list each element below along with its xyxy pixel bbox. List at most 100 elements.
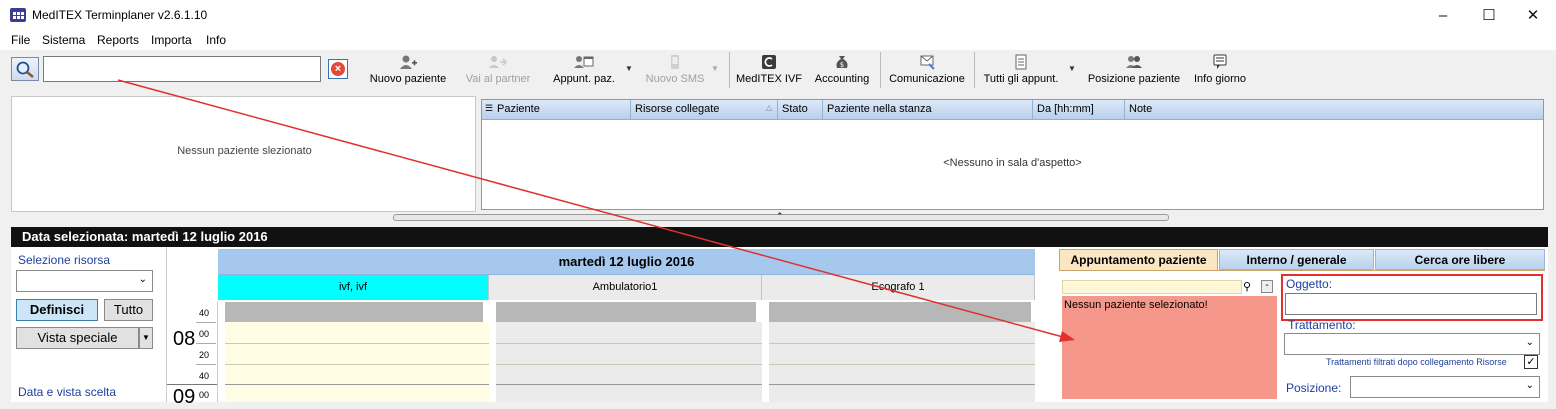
menu-reports[interactable]: Reports	[97, 33, 139, 47]
blocked-slot[interactable]	[496, 302, 756, 322]
trattamento-select[interactable]: ⌄	[1284, 333, 1540, 355]
selected-date-text: Data selezionata: martedì 12 luglio 2016	[22, 229, 268, 244]
col-paziente-stanza[interactable]: Paziente nella stanza	[827, 103, 932, 115]
chevron-down-icon: ⌄	[138, 274, 147, 285]
blocked-slot[interactable]	[225, 302, 483, 322]
column-divider[interactable]	[777, 100, 778, 119]
hour-label: 09	[173, 386, 196, 408]
definisci-button[interactable]: Definisci	[16, 299, 98, 321]
nuovo-sms-dropdown-icon[interactable]: ▼	[711, 64, 719, 73]
vista-speciale-dropdown-icon[interactable]: ▼	[139, 327, 153, 349]
maximize-icon[interactable]: ☐	[1466, 0, 1512, 30]
menu-info[interactable]: Info	[206, 33, 226, 47]
posizione-paziente-button[interactable]: Posizione paziente	[1085, 52, 1183, 90]
col-da[interactable]: Da [hh:mm]	[1037, 103, 1094, 115]
menu-bar	[0, 30, 1556, 50]
column-gap	[762, 302, 769, 402]
selected-patient-box: Nessun paziente selezionato!	[1062, 296, 1277, 399]
hour-tick	[167, 384, 217, 385]
nuovo-sms-button[interactable]: Nuovo SMS	[642, 52, 708, 90]
nuovo-sms-label: Nuovo SMS	[645, 73, 705, 85]
slot-line	[225, 343, 1035, 344]
sms-icon	[671, 55, 679, 69]
no-patient-text: Nessun paziente slezionato	[177, 145, 312, 157]
calendar-scrollbar[interactable]	[1035, 247, 1055, 402]
time-label: 40	[199, 371, 210, 381]
comunicazione-button[interactable]: Comunicazione	[886, 52, 968, 90]
calendar-column-ivf[interactable]	[225, 322, 489, 402]
calendar-column-ecografo[interactable]	[769, 322, 1035, 402]
search-icon[interactable]: ⚲	[1243, 280, 1251, 293]
time-tick	[196, 343, 216, 344]
slot-line	[225, 384, 1035, 385]
tutto-button[interactable]: Tutto	[104, 299, 153, 321]
posizione-label: Posizione:	[1286, 381, 1342, 395]
column-chooser-icon[interactable]: ☰	[485, 103, 493, 114]
patient-filter-input[interactable]	[1062, 280, 1242, 294]
accounting-button[interactable]: $ Accounting	[810, 52, 874, 90]
resource-header-ivf[interactable]: ivf, ivf	[218, 275, 489, 300]
partner-icon	[489, 56, 508, 68]
meditex-ivf-button[interactable]: MedITEX IVF	[734, 52, 804, 90]
resource-select[interactable]: ⌄	[16, 270, 153, 292]
col-note[interactable]: Note	[1129, 103, 1152, 115]
vai-al-partner-button[interactable]: Vai al partner	[462, 52, 534, 90]
patient-search-input[interactable]	[43, 56, 321, 82]
tab-interno-generale[interactable]: Interno / generale	[1219, 249, 1374, 270]
clear-search-button[interactable]: ×	[328, 59, 348, 79]
nuovo-paziente-label: Nuovo paziente	[369, 73, 447, 85]
vista-speciale-button[interactable]: Vista speciale	[16, 327, 139, 349]
slot-line	[225, 364, 1035, 365]
column-divider[interactable]	[630, 100, 631, 119]
oggetto-label: Oggetto:	[1286, 277, 1333, 291]
info-giorno-label: Info giorno	[1194, 73, 1246, 85]
tab-cerca-ore-libere[interactable]: Cerca ore libere	[1375, 249, 1545, 270]
toolbar-separator	[880, 52, 881, 88]
column-divider[interactable]	[822, 100, 823, 119]
app-icon	[10, 8, 26, 22]
chevron-down-icon: ⌄	[1525, 380, 1534, 391]
sort-icon: △	[766, 103, 773, 112]
tab-appuntamento-paziente[interactable]: Appuntamento paziente	[1059, 249, 1218, 270]
communication-icon	[920, 55, 935, 70]
blocked-slot[interactable]	[769, 302, 1031, 322]
money-bag-icon: $	[836, 56, 848, 69]
close-icon[interactable]: ✕	[1510, 0, 1556, 30]
selected-date-bar: Data selezionata: martedì 12 luglio 2016	[11, 227, 1548, 247]
col-stato[interactable]: Stato	[782, 103, 808, 115]
menu-sistema[interactable]: Sistema	[42, 33, 85, 47]
comunicazione-label: Comunicazione	[889, 73, 965, 85]
info-giorno-button[interactable]: Info giorno	[1190, 52, 1250, 90]
column-divider[interactable]	[1032, 100, 1033, 119]
col-risorse[interactable]: Risorse collegate	[635, 103, 719, 115]
minimize-icon[interactable]: –	[1420, 0, 1466, 30]
posizione-select[interactable]: ⌄	[1350, 376, 1540, 398]
meditex-icon	[762, 55, 776, 69]
appunt-paz-dropdown-icon[interactable]: ▼	[625, 64, 633, 73]
minus-button[interactable]: -	[1261, 280, 1273, 293]
oggetto-input[interactable]	[1285, 293, 1537, 315]
menu-importa[interactable]: Importa	[151, 33, 192, 47]
time-label: 00	[199, 390, 210, 400]
appunt-paz-button[interactable]: Appunt. paz.	[548, 52, 620, 90]
time-label: 20	[199, 350, 210, 360]
calendar-date-header: martedì 12 luglio 2016	[218, 249, 1035, 275]
patient-search-button[interactable]	[11, 57, 39, 81]
no-patient-selected-text: Nessun paziente selezionato!	[1064, 299, 1208, 311]
col-paziente[interactable]: Paziente	[497, 103, 540, 115]
tutti-gli-appunt-dropdown-icon[interactable]: ▼	[1068, 64, 1076, 73]
add-patient-icon	[400, 55, 417, 69]
tutti-gli-appunt-button[interactable]: Tutti gli appunt.	[980, 52, 1062, 90]
nuovo-paziente-button[interactable]: Nuovo paziente	[366, 52, 450, 90]
calendar-column-ambulatorio[interactable]	[496, 322, 762, 402]
vai-al-partner-label: Vai al partner	[465, 73, 531, 85]
menu-file[interactable]: File	[11, 33, 30, 47]
column-divider[interactable]	[1124, 100, 1125, 119]
clear-icon: ×	[331, 62, 345, 76]
collapse-icon[interactable]: ⌃	[776, 211, 784, 222]
trattamenti-filter-checkbox[interactable]: ✓	[1524, 355, 1538, 369]
resource-header-ecografo[interactable]: Ecografo 1	[762, 275, 1035, 300]
hour-label: 08	[173, 328, 196, 350]
resource-header-ambulatorio[interactable]: Ambulatorio1	[489, 275, 762, 300]
date-view-label: Data e vista scelta	[18, 385, 117, 399]
